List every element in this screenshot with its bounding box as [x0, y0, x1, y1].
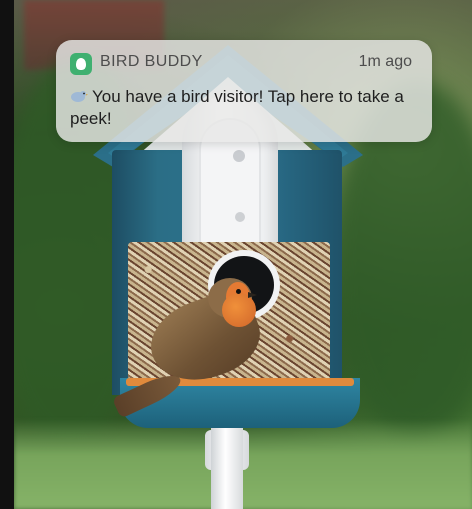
left-edge-strip [0, 0, 14, 509]
feeder-pole [211, 420, 243, 509]
bird-buddy-app-icon [70, 53, 92, 75]
notification-time: 1m ago [358, 53, 412, 70]
notification-message-row: You have a bird visitor! Tap here to tak… [70, 86, 415, 130]
notification-app-name: BIRD BUDDY [100, 53, 203, 70]
screenshot-frame: BIRD BUDDY 1m ago You have a bird visito… [0, 0, 472, 509]
bird-breast [222, 293, 256, 327]
bird-eye [236, 289, 241, 294]
push-notification[interactable]: BIRD BUDDY 1m ago You have a bird visito… [56, 40, 432, 142]
bird-icon [71, 91, 88, 102]
camera-sensor [235, 212, 245, 222]
camera-lens-top [233, 150, 245, 162]
notification-message: You have a bird visitor! Tap here to tak… [70, 87, 404, 128]
bird-beak [248, 292, 257, 298]
